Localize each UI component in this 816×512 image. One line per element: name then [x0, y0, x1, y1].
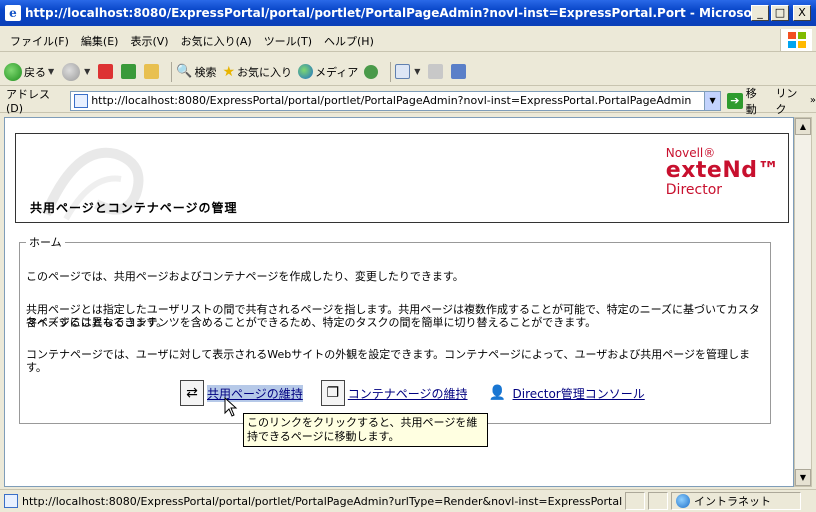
container-pages-icon: ❐: [320, 380, 345, 406]
address-label: アドレス(D): [6, 88, 50, 115]
chevron-right-icon: »: [809, 95, 816, 106]
vertical-scrollbar[interactable]: ▲ ▼: [794, 117, 812, 487]
address-input[interactable]: http://localhost:8080/ExpressPortal/port…: [70, 90, 722, 111]
page-title: 共用ページとコンテナページの管理: [30, 201, 238, 215]
home-section: ホーム このページでは、共用ページおよびコンテナページを作成したり、変更したりで…: [19, 234, 771, 424]
stop-button[interactable]: [98, 64, 115, 79]
edit-button[interactable]: [451, 64, 468, 79]
go-arrow-icon: ➔: [727, 92, 743, 109]
page-icon: [4, 494, 18, 508]
media-button[interactable]: メディア: [298, 64, 358, 80]
page-icon: [74, 93, 89, 108]
history-button[interactable]: [364, 64, 380, 79]
window-title: http://localhost:8080/ExpressPortal/port…: [25, 6, 751, 20]
print-button[interactable]: [428, 64, 445, 79]
search-button[interactable]: 🔍 検索: [176, 64, 216, 80]
maintain-container-pages-link[interactable]: ❐ コンテナページの維持: [320, 380, 468, 406]
go-button[interactable]: ➔ 移動: [727, 85, 767, 117]
status-panel: [625, 492, 645, 510]
link-tooltip: このリンクをクリックすると、共用ページを維持できるページに移動します。: [243, 413, 488, 447]
home-button[interactable]: [144, 64, 161, 79]
media-icon: [298, 64, 314, 79]
back-button[interactable]: 戻る ▼: [4, 62, 56, 81]
dropdown-arrow-icon: ▼: [48, 67, 55, 76]
toolbar-separator: [171, 61, 173, 82]
intro-text: このページでは、共用ページおよびコンテナページを作成したり、変更したりできます。: [26, 270, 464, 283]
scroll-up-button[interactable]: ▲: [795, 118, 811, 135]
menu-tools[interactable]: ツール(T): [258, 33, 318, 49]
maximize-button[interactable]: □: [771, 5, 789, 21]
admin-console-icon: 👤: [488, 385, 507, 401]
back-arrow-icon: [4, 62, 22, 81]
dropdown-arrow-icon: ▼: [414, 67, 421, 76]
mouse-cursor-icon: [224, 397, 238, 417]
stop-icon: [98, 64, 114, 79]
home-legend: ホーム: [29, 236, 62, 249]
shared-pages-icon: ⇄: [180, 380, 204, 406]
scroll-down-button[interactable]: ▼: [795, 469, 811, 486]
security-zone: イントラネット: [671, 492, 801, 510]
novell-extend-logo: Novell® exteNd™ Director: [665, 146, 780, 198]
address-bar: アドレス(D) http://localhost:8080/ExpressPor…: [0, 87, 816, 116]
status-text: http://localhost:8080/ExpressPortal/port…: [22, 494, 622, 508]
ie-icon: e: [5, 5, 21, 21]
menu-bar: ファイル(F) 編集(E) 表示(V) お気に入り(A) ツール(T) ヘルプ(…: [0, 29, 816, 52]
address-dropdown-button[interactable]: ▼: [704, 91, 721, 110]
edit-icon: [451, 64, 467, 79]
menu-view[interactable]: 表示(V): [124, 33, 174, 49]
print-icon: [428, 64, 444, 79]
forward-arrow-icon: [62, 62, 81, 81]
maintain-shared-pages-link[interactable]: ⇄ 共用ページの維持: [180, 380, 303, 406]
container-page-description: コンテナページでは、ユーザに対して表示されるWebサイトの外観を設定できます。コ…: [26, 348, 751, 374]
director-admin-console-link[interactable]: 👤 Director管理コンソール: [486, 380, 645, 406]
intranet-icon: [676, 494, 690, 508]
refresh-button[interactable]: [121, 64, 138, 79]
star-icon: ★: [222, 63, 236, 80]
action-links: ⇄ 共用ページの維持 ❐ コンテナページの維持 👤 Director管理コンソー…: [180, 380, 663, 406]
refresh-icon: [121, 64, 137, 79]
menu-file[interactable]: ファイル(F): [4, 33, 75, 49]
menu-edit[interactable]: 編集(E): [75, 33, 125, 49]
standard-toolbar: 戻る ▼ ▼ 🔍 検索 ★ お気に入り メディア ▼: [0, 58, 816, 86]
forward-button[interactable]: ▼: [62, 62, 92, 81]
mail-button[interactable]: ▼: [395, 64, 422, 79]
status-bar: http://localhost:8080/ExpressPortal/port…: [0, 489, 816, 512]
menu-favorites[interactable]: お気に入り(A): [175, 33, 258, 49]
close-button[interactable]: X: [793, 5, 811, 21]
status-panel: [648, 492, 668, 510]
links-button[interactable]: リンク »: [775, 85, 816, 117]
search-icon: 🔍: [176, 64, 193, 79]
address-value: http://localhost:8080/ExpressPortal/port…: [91, 94, 692, 107]
minimize-button[interactable]: _: [751, 5, 769, 21]
shared-page-description-2: 各ページには異なるコンテンツを含めることができるため、特定のタスクの間を簡単に切…: [26, 316, 597, 329]
dropdown-arrow-icon: ▼: [84, 67, 91, 76]
portal-header: 共用ページとコンテナページの管理 Novell® exteNd™ Directo…: [15, 133, 789, 223]
favorites-button[interactable]: ★ お気に入り: [223, 64, 293, 80]
windows-logo-icon: [780, 29, 812, 51]
toolbar-separator: [390, 61, 392, 82]
mail-icon: [395, 64, 411, 79]
menu-help[interactable]: ヘルプ(H): [318, 33, 380, 49]
history-icon: [364, 64, 379, 79]
home-icon: [144, 64, 160, 79]
window-titlebar[interactable]: e http://localhost:8080/ExpressPortal/po…: [0, 0, 816, 26]
